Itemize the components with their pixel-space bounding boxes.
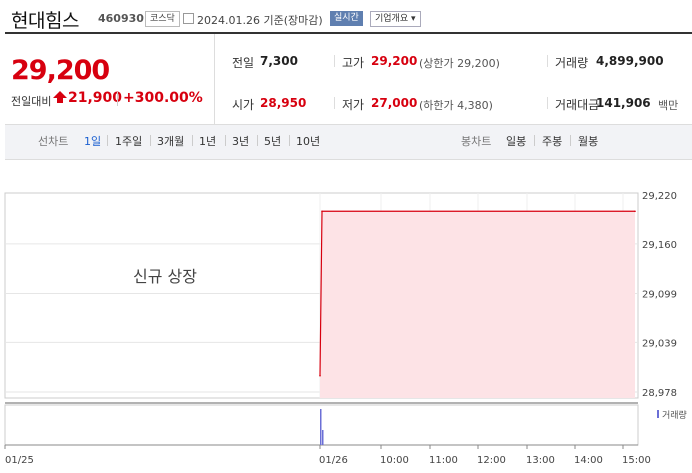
y-tick-label: 29,099: [642, 290, 677, 301]
x-tick-label: 13:00: [526, 455, 555, 466]
data-point: [634, 210, 636, 213]
new-listing-annotation: 신규 상장: [133, 267, 197, 286]
volume-bar: [320, 409, 322, 445]
data-point: [321, 210, 323, 213]
area-fill: [320, 211, 635, 398]
x-tick-label: 01/26: [319, 455, 348, 466]
y-tick-label: 28,978: [642, 388, 677, 399]
x-tick-label: 15:00: [622, 455, 651, 466]
data-point: [319, 374, 321, 377]
volume-legend-swatch: [657, 410, 659, 418]
x-tick-label: 14:00: [574, 455, 603, 466]
y-tick-label: 29,160: [642, 240, 677, 251]
y-tick-label: 29,039: [642, 338, 677, 349]
x-tick-label: 12:00: [477, 455, 506, 466]
volume-label: 거래량: [662, 409, 687, 421]
y-tick-label: 29,220: [642, 191, 677, 202]
x-tick-label: 11:00: [429, 455, 458, 466]
x-tick-label: 10:00: [380, 455, 409, 466]
price-chart: 29,220 29,160 29,099 29,039 28,978 01/25 01/26…: [4, 191, 687, 466]
x-tick-label: 01/25: [5, 455, 34, 466]
volume-bar: [322, 430, 324, 445]
